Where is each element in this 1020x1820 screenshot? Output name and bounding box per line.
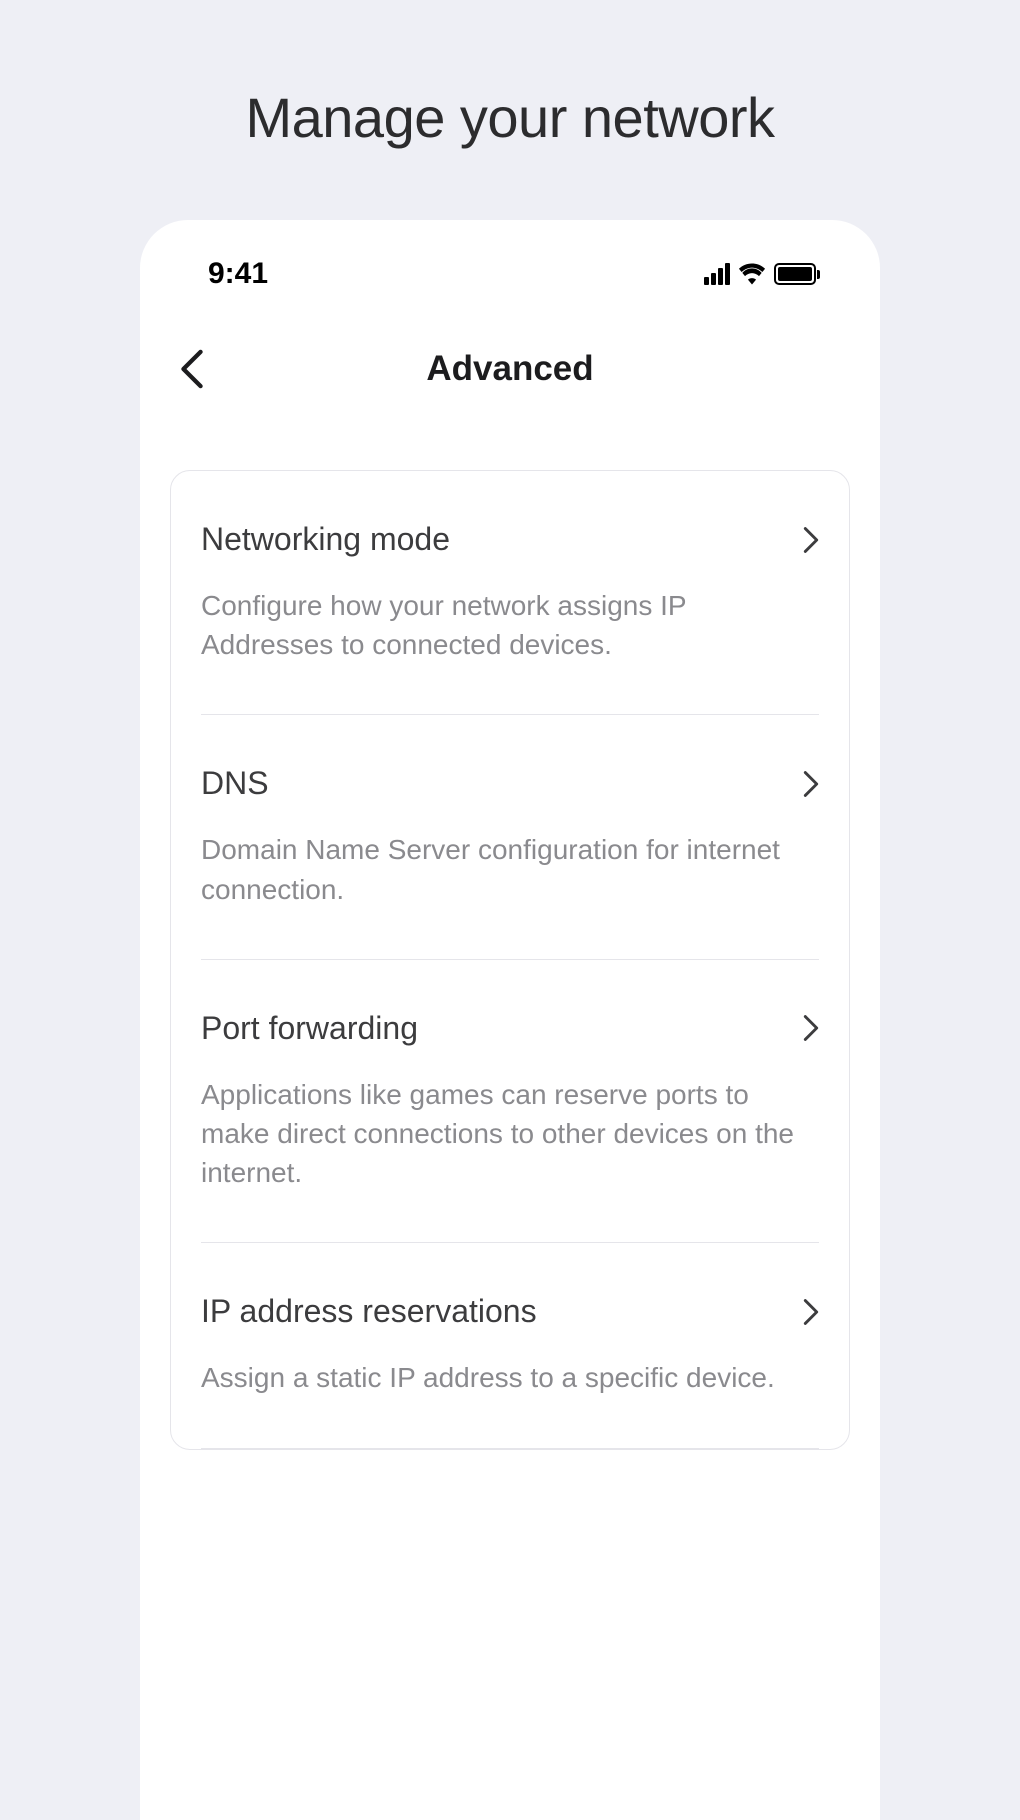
item-description: Configure how your network assigns IP Ad…: [201, 586, 819, 664]
status-icons: [704, 263, 820, 285]
item-title: Networking mode: [201, 521, 450, 558]
settings-item-ip-reservations[interactable]: IP address reservations Assign a static …: [201, 1243, 819, 1448]
phone-frame: 9:41 Advanced Networking mode: [140, 220, 880, 1820]
item-header: Networking mode: [201, 521, 819, 558]
item-title: DNS: [201, 765, 269, 802]
page-title: Manage your network: [0, 85, 1020, 150]
item-header: IP address reservations: [201, 1293, 819, 1330]
item-header: Port forwarding: [201, 1010, 819, 1047]
chevron-right-icon: [803, 1014, 819, 1042]
battery-icon: [774, 263, 820, 285]
status-time: 9:41: [208, 257, 268, 291]
item-description: Assign a static IP address to a specific…: [201, 1358, 819, 1397]
page-header: Manage your network: [0, 0, 1020, 220]
chevron-right-icon: [803, 1298, 819, 1326]
back-button[interactable]: [170, 338, 214, 400]
nav-header: Advanced: [140, 298, 880, 440]
item-title: Port forwarding: [201, 1010, 418, 1047]
cellular-signal-icon: [704, 263, 730, 285]
status-bar: 9:41: [140, 250, 880, 298]
item-description: Domain Name Server configuration for int…: [201, 830, 819, 908]
chevron-right-icon: [803, 526, 819, 554]
settings-card: Networking mode Configure how your netwo…: [170, 470, 850, 1450]
chevron-left-icon: [180, 348, 204, 390]
nav-title: Advanced: [426, 349, 593, 389]
item-description: Applications like games can reserve port…: [201, 1075, 819, 1193]
settings-item-port-forwarding[interactable]: Port forwarding Applications like games …: [201, 960, 819, 1244]
chevron-right-icon: [803, 770, 819, 798]
item-title: IP address reservations: [201, 1293, 537, 1330]
settings-item-networking-mode[interactable]: Networking mode Configure how your netwo…: [201, 471, 819, 715]
item-header: DNS: [201, 765, 819, 802]
settings-item-dns[interactable]: DNS Domain Name Server configuration for…: [201, 715, 819, 959]
wifi-icon: [738, 263, 766, 285]
